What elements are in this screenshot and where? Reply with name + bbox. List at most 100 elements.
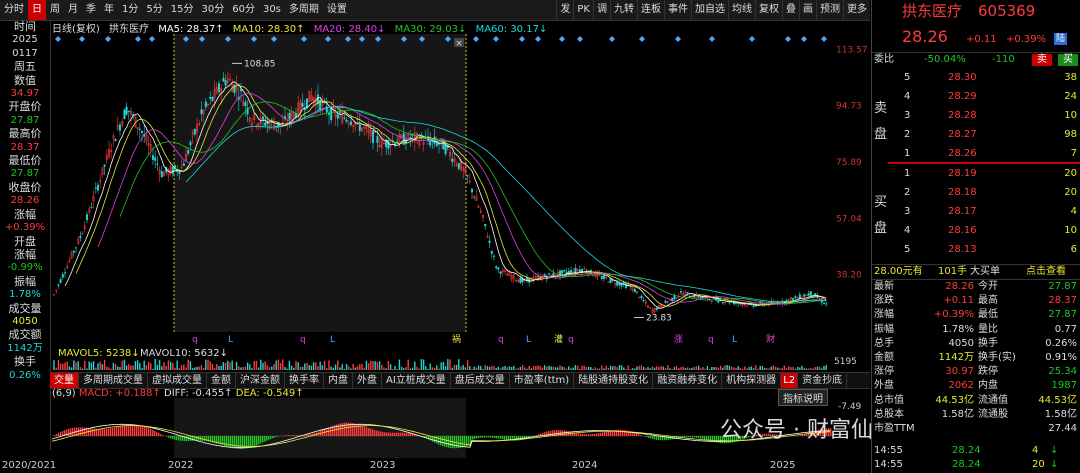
macd-histogram-bar <box>602 432 604 436</box>
buy-button[interactable]: 买 <box>1058 54 1078 66</box>
event-diamond-icon[interactable] <box>55 36 61 42</box>
toolbar-right-item-1[interactable]: PK <box>573 0 593 20</box>
indicator-tab-5[interactable]: 换手率 <box>285 373 324 388</box>
event-marker[interactable]: q <box>300 335 306 345</box>
period-tab-2[interactable]: 周 <box>46 0 64 20</box>
event-marker[interactable]: 灌 <box>554 333 563 345</box>
event-diamond-icon[interactable] <box>577 36 583 42</box>
toolbar-right-item-9[interactable]: 叠 <box>782 0 799 20</box>
event-diamond-icon[interactable] <box>559 36 565 42</box>
toolbar-right-item-7[interactable]: 均线 <box>728 0 755 20</box>
event-marker[interactable]: L <box>228 335 233 345</box>
volume-bar <box>810 368 812 370</box>
period-tab-3[interactable]: 月 <box>64 0 82 20</box>
indicator-tab-0[interactable]: 交量 <box>50 373 79 388</box>
event-marker[interactable]: L <box>732 335 737 345</box>
toolbar-right-item-8[interactable]: 复权 <box>755 0 782 20</box>
bids-level-row[interactable]: 2 28.18 20 <box>872 186 1080 200</box>
event-diamond-icon[interactable] <box>135 36 141 42</box>
volume-bar <box>590 366 592 370</box>
event-diamond-icon[interactable] <box>473 36 479 42</box>
asks-level-row[interactable]: 2 28.27 98 <box>872 128 1080 142</box>
volume-bar <box>605 365 607 370</box>
indicator-tab-2[interactable]: 虚拟成交量 <box>148 373 207 388</box>
indicator-tab-7[interactable]: 外盘 <box>353 373 382 388</box>
volume-bar <box>750 366 753 370</box>
event-marker[interactable]: q <box>192 335 198 345</box>
indicator-tab-9[interactable]: 盘后成交量 <box>451 373 510 388</box>
period-tab-0[interactable]: 分时 <box>0 0 28 20</box>
period-tab-10[interactable]: 60分 <box>228 0 259 20</box>
candle-body <box>138 128 141 130</box>
indicator-tab-12[interactable]: 融资融券变化 <box>653 373 723 388</box>
event-diamond-icon[interactable] <box>821 36 827 42</box>
event-diamond-icon[interactable] <box>749 36 755 42</box>
period-tab-8[interactable]: 15分 <box>167 0 198 20</box>
event-marker[interactable]: L <box>526 335 531 345</box>
toolbar-right-item-4[interactable]: 连板 <box>637 0 664 20</box>
indicator-tab-14[interactable]: 资金抄底 <box>798 373 848 388</box>
event-diamond-icon[interactable] <box>519 36 525 42</box>
period-tab-7[interactable]: 5分 <box>142 0 166 20</box>
event-diamond-icon[interactable] <box>493 36 499 42</box>
macd-histogram-bar <box>622 429 624 436</box>
event-diamond-icon[interactable] <box>105 36 111 42</box>
period-tab-6[interactable]: 1分 <box>118 0 142 20</box>
event-diamond-icon[interactable] <box>675 36 681 42</box>
volume-bar <box>561 366 563 370</box>
event-marker[interactable]: 涨 <box>674 334 683 345</box>
sell-button[interactable]: 卖 <box>1032 54 1052 66</box>
bids-level-row[interactable]: 1 28.19 20 <box>872 167 1080 181</box>
event-diamond-icon[interactable] <box>535 36 541 42</box>
bids-level-row[interactable]: 5 28.13 6 <box>872 243 1080 257</box>
period-tab-13[interactable]: 设置 <box>323 0 351 20</box>
bids-level-row[interactable]: 3 28.17 4 <box>872 205 1080 219</box>
volume-bar <box>601 365 603 370</box>
toolbar-right-item-12[interactable]: 更多 <box>843 0 870 20</box>
indicator-tab-13[interactable]: 机构探测器 <box>722 373 782 388</box>
toolbar-right-item-0[interactable]: 发 <box>556 0 573 20</box>
asks-level-row[interactable]: 4 28.29 24 <box>872 90 1080 104</box>
toolbar-right-item-10[interactable]: 画 <box>799 0 816 20</box>
period-tab-4[interactable]: 季 <box>82 0 100 20</box>
event-diamond-icon[interactable] <box>785 36 791 42</box>
event-marker[interactable]: q <box>568 335 574 345</box>
indicator-tab-8[interactable]: AI立桩成交量 <box>382 373 451 388</box>
event-diamond-icon[interactable] <box>609 36 615 42</box>
bids-level-row[interactable]: 4 28.16 10 <box>872 224 1080 238</box>
toolbar-right-item-6[interactable]: 加自选 <box>691 0 728 20</box>
toolbar-right-item-3[interactable]: 九转 <box>610 0 637 20</box>
big-order-price: 28.00元有 <box>874 266 923 277</box>
event-marker[interactable]: 财 <box>766 333 775 345</box>
volume-bar <box>174 367 176 370</box>
indicator-tab-3[interactable]: 金额 <box>207 373 236 388</box>
asks-level-row[interactable]: 5 28.30 38 <box>872 71 1080 85</box>
event-diamond-icon[interactable] <box>801 36 807 42</box>
indicator-tab-6[interactable]: 内盘 <box>324 373 353 388</box>
indicator-tab-1[interactable]: 多周期成交量 <box>79 373 148 388</box>
period-tab-9[interactable]: 30分 <box>197 0 228 20</box>
event-diamond-icon[interactable] <box>149 36 155 42</box>
event-marker[interactable]: q <box>498 335 504 345</box>
period-tab-12[interactable]: 多周期 <box>285 0 323 20</box>
indicator-tab-11[interactable]: 陆股通持股变化 <box>574 373 654 388</box>
toolbar-right-item-5[interactable]: 事件 <box>664 0 691 20</box>
toolbar-right-item-11[interactable]: 预测 <box>816 0 843 20</box>
event-marker[interactable]: 祸 <box>452 333 461 345</box>
event-diamond-icon[interactable] <box>709 36 715 42</box>
event-marker[interactable]: q <box>708 335 714 345</box>
toolbar-right-item-2[interactable]: 调 <box>593 0 610 20</box>
period-tab-5[interactable]: 年 <box>100 0 118 20</box>
event-marker[interactable]: L <box>330 335 335 345</box>
asks-level-row[interactable]: 3 28.28 10 <box>872 109 1080 123</box>
period-tab-1[interactable]: 日 <box>28 0 46 20</box>
indicator-tab-4[interactable]: 沪深金额 <box>236 373 285 388</box>
indicator-tab-10[interactable]: 市盈率(ttm) <box>510 373 575 388</box>
macd-chart[interactable] <box>52 398 832 458</box>
event-diamond-icon[interactable] <box>639 36 645 42</box>
period-tab-11[interactable]: 30s <box>259 0 285 20</box>
big-order-link[interactable]: 点击查看 <box>1026 265 1066 279</box>
asks-level-row[interactable]: 1 28.26 7 <box>872 147 1080 161</box>
event-diamond-icon[interactable] <box>79 36 85 42</box>
volume-bar <box>403 368 405 370</box>
